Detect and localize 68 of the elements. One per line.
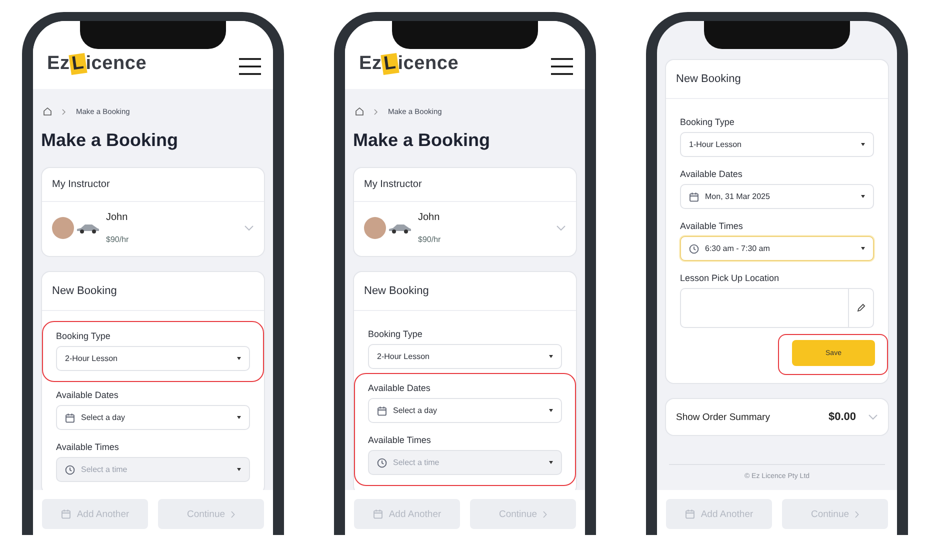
chevron-right-icon: [543, 510, 548, 518]
field-label: Booking Type: [368, 329, 424, 339]
order-summary-card[interactable]: Show Order Summary $0.00: [665, 398, 889, 436]
calendar-icon: [60, 509, 71, 519]
page-title: Make a Booking: [353, 130, 492, 151]
caret-icon: [237, 416, 241, 419]
field-label: Available Times: [56, 442, 120, 452]
field-label: Booking Type: [680, 117, 736, 127]
caret-icon: [861, 143, 865, 146]
chevron-down-icon: [244, 225, 254, 231]
chevron-down-icon: [556, 225, 566, 231]
field-label: Available Dates: [680, 169, 744, 179]
field-label: Available Times: [368, 435, 432, 445]
menu-icon[interactable]: [239, 58, 261, 75]
select-field[interactable]: Mon, 31 Mar 2025: [680, 184, 874, 209]
order-summary-label: Show Order Summary: [676, 412, 771, 422]
instructor-rate: $90/hr: [106, 235, 130, 244]
select-field[interactable]: Select a day: [56, 405, 250, 430]
clock-icon: [65, 464, 75, 474]
select-field[interactable]: 2-Hour Lesson: [368, 344, 562, 369]
caret-icon: [549, 409, 553, 412]
menu-icon[interactable]: [551, 58, 573, 75]
chevron-down-icon: [868, 414, 878, 420]
card-title: New Booking: [666, 60, 888, 99]
caret-icon: [861, 195, 865, 198]
calendar-icon: [684, 509, 695, 519]
pickup-location-field[interactable]: [680, 288, 874, 328]
instructor-name: John: [418, 212, 441, 223]
clock-icon: [377, 458, 387, 468]
field-label: Available Dates: [56, 390, 120, 400]
card-title: New Booking: [42, 272, 264, 311]
chevron-right-icon: [855, 510, 860, 518]
home-icon[interactable]: [43, 107, 52, 116]
page-title: Make a Booking: [41, 130, 180, 151]
avatar: [364, 217, 386, 239]
select-field[interactable]: 2-Hour Lesson: [56, 346, 250, 371]
pencil-icon[interactable]: [856, 303, 866, 313]
card-title: New Booking: [354, 272, 576, 311]
card-title: My Instructor: [42, 168, 264, 202]
field-label: Lesson Pick Up Location: [680, 273, 780, 283]
chevron-right-icon: [62, 108, 66, 114]
chevron-right-icon: [231, 510, 236, 518]
field-label: Booking Type: [56, 331, 112, 341]
order-total: $0.00: [828, 411, 856, 423]
instructor-rate: $90/hr: [418, 235, 442, 244]
logo[interactable]: Ez L icence: [47, 53, 147, 75]
field-label: Available Dates: [368, 383, 432, 393]
caret-icon: [549, 461, 553, 464]
calendar-icon: [372, 509, 383, 519]
car-icon: [76, 222, 100, 234]
caret-icon: [237, 357, 241, 360]
caret-icon: [861, 247, 865, 250]
select-field[interactable]: 1-Hour Lesson: [680, 132, 874, 157]
field-label: Available Times: [680, 221, 744, 231]
car-icon: [388, 222, 412, 234]
home-icon[interactable]: [355, 107, 364, 116]
chevron-right-icon: [374, 108, 378, 114]
calendar-icon: [689, 192, 699, 202]
calendar-icon: [377, 406, 387, 416]
caret-icon: [549, 355, 553, 358]
clock-icon: [689, 244, 699, 254]
logo[interactable]: Ez L icence: [359, 53, 459, 75]
select-field[interactable]: 6:30 am - 7:30 am: [680, 236, 874, 261]
calendar-icon: [65, 412, 75, 422]
instructor-name: John: [106, 212, 129, 223]
card-title: My Instructor: [354, 168, 576, 202]
caret-icon: [237, 468, 241, 471]
avatar: [52, 217, 74, 239]
